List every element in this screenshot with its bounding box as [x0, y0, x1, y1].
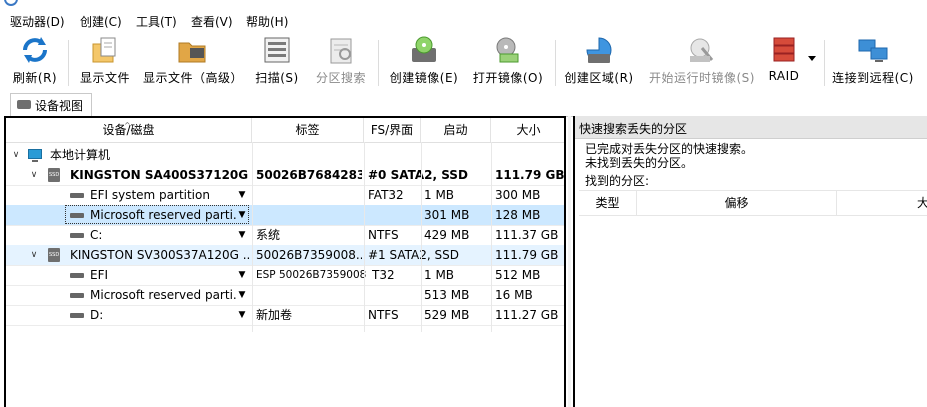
device-table: ^ 设备/磁盘 标签 FS/界面 启动 大小 ∨ 本地计算机 ∨ KINGSTO…: [4, 116, 566, 407]
show-files-icon: [89, 34, 121, 66]
partition-icon: [70, 273, 84, 278]
panel-header: 快速搜索丢失的分区: [575, 116, 927, 139]
partition-icon: [70, 313, 84, 318]
toolbar-separator: [555, 40, 556, 86]
collapse-icon[interactable]: ∨: [28, 245, 40, 265]
tree-root-local-computer[interactable]: ∨ 本地计算机: [6, 145, 564, 165]
col-header-size[interactable]: 大小: [491, 118, 564, 142]
sort-arrow-icon: ^: [124, 121, 131, 130]
runtime-image-icon: [686, 34, 718, 66]
toolbar-separator: [378, 40, 379, 86]
scan-button[interactable]: 扫描(S): [250, 34, 304, 90]
raid-dropdown-arrow[interactable]: [806, 34, 818, 90]
partition-row[interactable]: EFI ▼ ESP 50026B735900882E T32 1 MB 512 …: [6, 265, 564, 285]
table-header: ^ 设备/磁盘 标签 FS/界面 启动 大小: [6, 118, 564, 143]
splitter[interactable]: [568, 116, 571, 407]
menu-drives[interactable]: 驱动器(D): [10, 13, 65, 30]
dropdown-arrow-icon[interactable]: ▼: [237, 305, 247, 325]
refresh-button[interactable]: 刷新(R): [10, 34, 60, 90]
partition-search-icon: [325, 34, 357, 66]
column-divider: [252, 142, 253, 332]
connect-remote-button[interactable]: 连接到远程(C): [832, 34, 914, 90]
refresh-icon: [19, 34, 51, 66]
disk-row[interactable]: ∨ KINGSTON SV300S37A120G ... 50026B73590…: [6, 245, 564, 265]
partition-icon: [70, 233, 84, 238]
create-region-button[interactable]: 创建区域(R): [563, 34, 635, 90]
toolbar-separator: [824, 40, 825, 86]
dropdown-arrow-icon[interactable]: ▼: [237, 285, 247, 305]
ssd-icon: [48, 248, 60, 262]
col-header-size[interactable]: 大: [837, 191, 927, 215]
menu-view[interactable]: 查看(V): [191, 13, 233, 30]
ssd-icon: [48, 168, 60, 182]
show-files-button[interactable]: 显示文件: [77, 34, 133, 90]
col-header-type[interactable]: 类型: [579, 191, 637, 215]
menu-create[interactable]: 创建(C): [80, 13, 122, 30]
dropdown-arrow-icon[interactable]: ▼: [237, 225, 247, 245]
found-partitions-header: 类型 偏移 大: [579, 190, 927, 216]
col-header-device[interactable]: ^ 设备/磁盘: [6, 118, 252, 142]
open-image-button[interactable]: 打开镜像(O): [472, 34, 544, 90]
panel-title: 快速搜索丢失的分区: [579, 122, 688, 136]
app-icon: [4, 0, 18, 6]
show-files-advanced-button[interactable]: 显示文件（高级）: [143, 34, 243, 90]
collapse-icon[interactable]: ∨: [28, 165, 40, 185]
quick-search-panel: 快速搜索丢失的分区 已完成对丢失分区的快速搜索。 未找到丢失的分区。 找到的分区…: [573, 116, 927, 407]
menu-help[interactable]: 帮助(H): [246, 13, 288, 30]
dropdown-arrow-icon[interactable]: ▼: [237, 185, 247, 205]
col-header-start[interactable]: 启动: [421, 118, 491, 142]
menu-tools[interactable]: 工具(T): [136, 13, 177, 30]
partition-row[interactable]: D: ▼ 新加卷 NTFS 529 MB 111.27 GB: [6, 305, 564, 325]
raid-icon: [768, 34, 800, 66]
create-region-icon: [583, 34, 615, 66]
partition-icon: [70, 213, 84, 218]
disk-row[interactable]: ∨ KINGSTON SA400S37120G ... 50026B768428…: [6, 165, 564, 185]
title-bar: [0, 0, 927, 6]
partition-row[interactable]: C: ▼ 系统 NTFS 429 MB 111.37 GB: [6, 225, 564, 245]
open-image-icon: [492, 34, 524, 66]
partition-icon: [70, 293, 84, 298]
start-runtime-image-button[interactable]: 开始运行时镜像(S): [648, 34, 756, 90]
partition-row[interactable]: EFI system partition ▼ FAT32 1 MB 300 MB: [6, 185, 564, 205]
partition-search-button[interactable]: 分区搜索: [312, 34, 370, 90]
create-image-icon: [408, 34, 440, 66]
column-divider: [421, 142, 422, 332]
found-partitions-label: 找到的分区:: [585, 174, 650, 188]
dropdown-arrow-icon[interactable]: ▼: [237, 205, 247, 225]
col-header-label[interactable]: 标签: [252, 118, 364, 142]
col-header-fs[interactable]: FS/界面: [364, 118, 421, 142]
column-divider: [491, 142, 492, 332]
col-header-offset[interactable]: 偏移: [637, 191, 837, 215]
toolbar: 刷新(R) 显示文件 显示文件（高级） 扫描(S) 分区搜索 创建镜像(E) 打…: [0, 32, 927, 90]
status-line: 未找到丢失的分区。: [585, 156, 694, 170]
chevron-down-icon: [808, 56, 816, 61]
computer-icon: [28, 149, 42, 162]
tab-device-view[interactable]: 设备视图: [10, 93, 92, 116]
folder-advanced-icon: [176, 34, 208, 66]
partition-row-selected[interactable]: Microsoft reserved parti... ▼ 301 MB 128…: [6, 205, 564, 225]
menu-bar: 驱动器(D) 创建(C) 工具(T) 查看(V) 帮助(H): [0, 10, 927, 32]
collapse-icon[interactable]: ∨: [10, 145, 22, 165]
scan-icon: [261, 34, 293, 66]
remote-computers-icon: [857, 34, 889, 66]
dropdown-arrow-icon[interactable]: ▼: [237, 265, 247, 285]
column-divider: [364, 142, 365, 332]
raid-button[interactable]: RAID: [764, 34, 804, 90]
partition-row[interactable]: Microsoft reserved parti... ▼ 513 MB 16 …: [6, 285, 564, 305]
toolbar-separator: [68, 40, 69, 86]
row-divider: [6, 325, 564, 326]
disk-tab-icon: [17, 100, 31, 109]
create-image-button[interactable]: 创建镜像(E): [388, 34, 460, 90]
partition-icon: [70, 193, 84, 198]
view-tab-strip: 设备视图: [0, 92, 927, 117]
